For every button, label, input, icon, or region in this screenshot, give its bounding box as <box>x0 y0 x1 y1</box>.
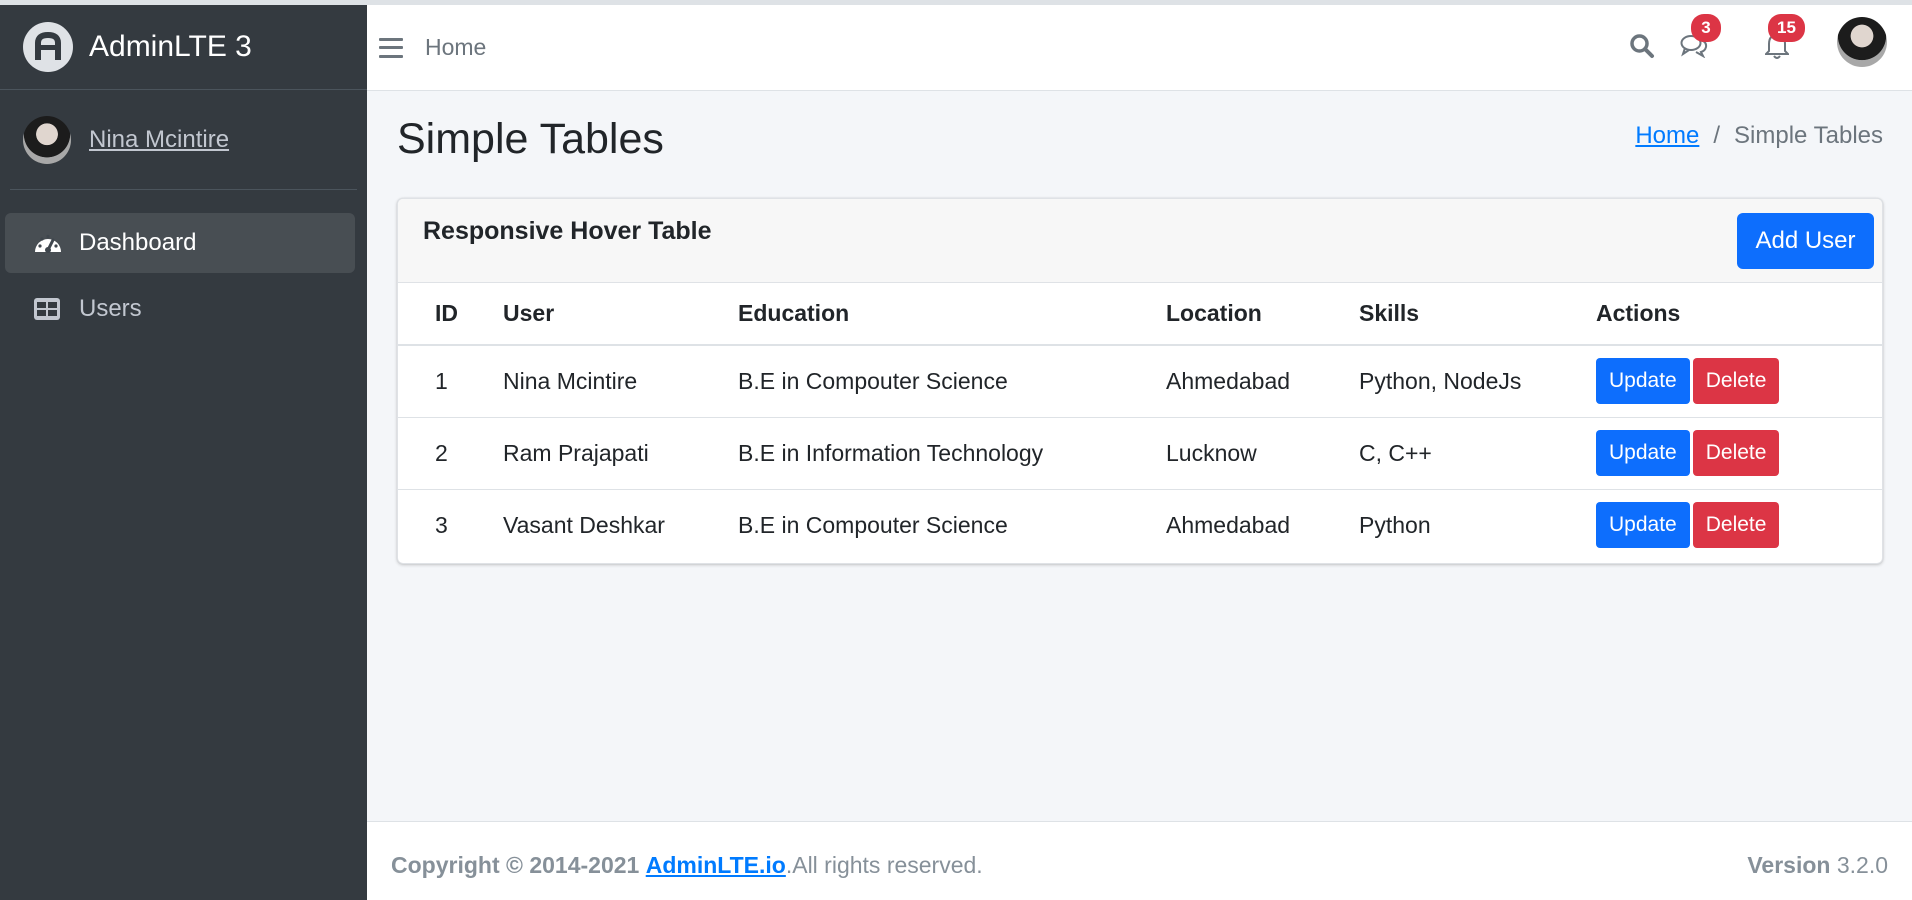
delete-button[interactable]: Delete <box>1692 358 1780 405</box>
column-header-user: User <box>503 283 738 346</box>
adminlte-link[interactable]: AdminLTE.io <box>646 852 786 878</box>
table-row[interactable]: 3 Vasant Deshkar B.E in Compouter Scienc… <box>398 489 1882 561</box>
cell-actions: Update Delete <box>1596 417 1882 490</box>
notifications-badge: 15 <box>1768 14 1805 42</box>
footer-version: Version 3.2.0 <box>1747 852 1888 879</box>
nav-home-link[interactable]: Home <box>425 34 486 61</box>
column-header-id: ID <box>398 283 503 346</box>
cell-location: Lucknow <box>1166 417 1359 490</box>
cell-location: Ahmedabad <box>1166 345 1359 418</box>
sidebar-item-label: Users <box>79 295 142 322</box>
page-title: Simple Tables <box>397 115 664 163</box>
user-panel: Nina Mcintire <box>10 90 357 190</box>
card-header: Responsive Hover Table Add User <box>398 199 1882 283</box>
column-header-actions: Actions <box>1596 283 1882 346</box>
breadcrumb-current: Simple Tables <box>1734 122 1883 149</box>
card-title: Responsive Hover Table <box>423 217 712 245</box>
search-icon[interactable] <box>1629 33 1655 64</box>
cell-location: Ahmedabad <box>1166 511 1291 538</box>
column-header-skills: Skills <box>1359 283 1596 346</box>
cell-id: 3 <box>435 511 448 538</box>
column-header-location: Location <box>1166 283 1359 346</box>
copyright-text: Copyright © 2014-2021 <box>391 852 640 878</box>
cell-user: Nina Mcintire <box>503 345 738 418</box>
breadcrumb-home-link[interactable]: Home <box>1635 122 1699 150</box>
cell-actions: Update Delete <box>1596 345 1882 418</box>
tachometer-icon <box>33 230 63 256</box>
sidebar-item-dashboard[interactable]: Dashboard <box>5 213 355 273</box>
cell-education: B.E in Compouter Science <box>738 345 1166 418</box>
cell-skills: Python, NodeJs <box>1359 345 1596 418</box>
sidebar: AdminLTE 3 Nina Mcintire Dashboard Users <box>0 5 367 900</box>
brand-link[interactable]: AdminLTE 3 <box>0 5 367 90</box>
navbar-user-avatar[interactable] <box>1837 17 1887 67</box>
table-row[interactable]: 2 Ram Prajapati B.E in Information Techn… <box>398 417 1882 490</box>
delete-button[interactable]: Delete <box>1692 502 1780 549</box>
sidebar-item-users[interactable]: Users <box>5 279 355 339</box>
brand-title: AdminLTE 3 <box>89 30 252 63</box>
sidebar-nav: Dashboard Users <box>0 213 367 339</box>
users-table: ID User Education Location Skills Action… <box>398 283 1882 561</box>
top-navbar: Home 3 15 <box>367 5 1912 91</box>
update-button[interactable]: Update <box>1596 358 1690 405</box>
version-label: Version <box>1747 852 1831 878</box>
cell-skills: Python <box>1359 511 1431 538</box>
users-table-card: Responsive Hover Table Add User ID User … <box>397 198 1883 564</box>
rights-text: .All rights reserved. <box>785 852 983 878</box>
update-button[interactable]: Update <box>1596 502 1690 549</box>
breadcrumb: Home / Simple Tables <box>1635 122 1883 150</box>
footer-copyright: Copyright © 2014-2021 AdminLTE.io.All ri… <box>391 852 983 879</box>
user-avatar[interactable] <box>23 115 71 164</box>
add-user-button[interactable]: Add User <box>1737 213 1874 269</box>
cell-education: B.E in Information Technology <box>738 417 1166 490</box>
menu-toggle-icon[interactable] <box>379 37 403 58</box>
delete-button[interactable]: Delete <box>1692 430 1780 476</box>
table-header-row: ID User Education Location Skills Action… <box>398 283 1882 346</box>
messages-badge: 3 <box>1691 14 1721 42</box>
cell-id: 1 <box>398 345 503 418</box>
version-number: 3.2.0 <box>1836 852 1888 878</box>
update-button[interactable]: Update <box>1596 430 1690 476</box>
cell-skills: C, C++ <box>1359 417 1596 490</box>
cell-user: Vasant Deshkar <box>503 511 665 538</box>
sidebar-item-label: Dashboard <box>79 229 197 256</box>
cell-id: 2 <box>398 417 503 490</box>
cell-user: Ram Prajapati <box>503 417 738 490</box>
column-header-education: Education <box>738 283 1166 346</box>
breadcrumb-separator: / <box>1713 122 1721 149</box>
user-name-link[interactable]: Nina Mcintire <box>89 126 229 154</box>
table-row[interactable]: 1 Nina Mcintire B.E in Compouter Science… <box>398 345 1882 418</box>
cell-education: B.E in Compouter Science <box>738 511 1008 538</box>
adminlte-logo-icon <box>23 22 73 72</box>
footer: Copyright © 2014-2021 AdminLTE.io.All ri… <box>367 821 1912 900</box>
cell-actions: Update Delete <box>1596 489 1882 561</box>
table-icon <box>33 296 63 322</box>
